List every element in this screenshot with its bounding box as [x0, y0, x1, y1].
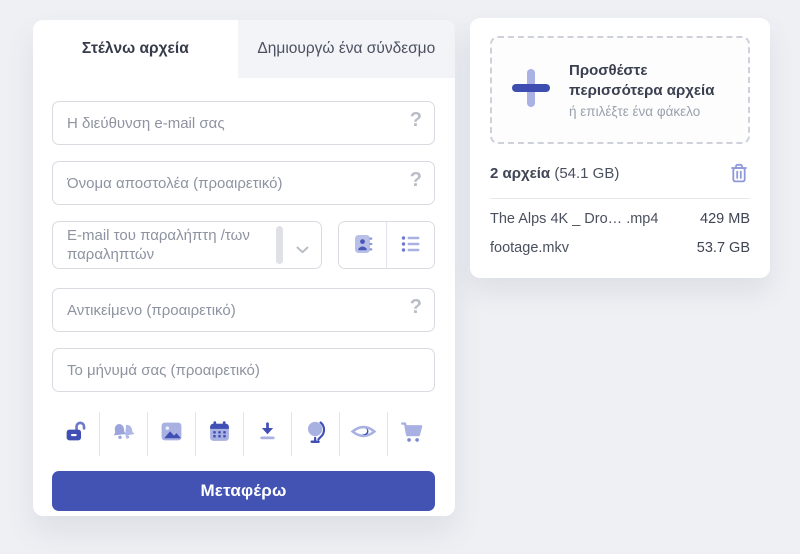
add-files-title: Προσθέστε περισσότερα αρχεία: [569, 61, 736, 100]
transfer-form: ? ? E-mail του παραλήπτη /των παραληπτών: [33, 78, 455, 511]
image-icon: [159, 419, 184, 449]
recipients-list-button[interactable]: [386, 222, 434, 268]
tabbar: Στέλνω αρχεία Δημιουργώ ένα σύνδεσμο: [33, 20, 455, 78]
file-row: The Alps 4K _ Dro… .mp4 429 MB: [490, 211, 750, 227]
subject-field-wrap: ?: [52, 288, 435, 332]
plus-icon: [508, 65, 554, 116]
transfer-button[interactable]: Μεταφέρω: [52, 471, 435, 511]
help-icon[interactable]: ?: [410, 170, 422, 190]
address-book-button[interactable]: [339, 222, 386, 268]
chevron-down-icon: [296, 241, 309, 259]
tab-create-link[interactable]: Δημιουργώ ένα σύνδεσμο: [238, 20, 455, 78]
message-input[interactable]: [52, 348, 435, 392]
option-notifications[interactable]: [99, 412, 147, 456]
download-icon: [255, 419, 280, 449]
tab-send-files[interactable]: Στέλνω αρχεία: [33, 20, 238, 78]
trash-icon: [728, 173, 750, 188]
file-name: The Alps 4K _ Dro… .mp4: [490, 211, 658, 227]
files-total-size: (54.1 GB): [554, 165, 619, 182]
message-field-wrap: [52, 348, 435, 392]
sender-name-field-wrap: ?: [52, 161, 435, 205]
option-gallery[interactable]: [147, 412, 195, 456]
recipients-scrollbar[interactable]: [276, 226, 283, 264]
help-icon[interactable]: ?: [410, 110, 422, 130]
option-preview[interactable]: [339, 412, 387, 456]
sender-email-input[interactable]: [52, 101, 435, 145]
option-download[interactable]: [243, 412, 291, 456]
file-size: 429 MB: [700, 211, 750, 227]
eye-icon: [350, 419, 377, 449]
bells-icon: [110, 419, 137, 449]
help-icon[interactable]: ?: [410, 297, 422, 317]
sender-email-field-wrap: ?: [52, 101, 435, 145]
add-files-subtitle: ή επιλέξτε ένα φάκελο: [569, 104, 736, 119]
list-icon: [399, 232, 423, 259]
sender-name-input[interactable]: [52, 161, 435, 205]
calendar-icon: [207, 419, 232, 449]
files-count: 2 αρχεία (54.1 GB): [490, 165, 619, 182]
files-count-number: 2 αρχεία: [490, 165, 550, 182]
options-toolbar: [52, 412, 435, 456]
recipients-placeholder: E-mail του παραλήπτη /των παραληπτών: [67, 227, 273, 265]
file-name: footage.mkv: [490, 240, 569, 256]
dropzone-text: Προσθέστε περισσότερα αρχεία ή επιλέξτε …: [569, 61, 736, 119]
file-row: footage.mkv 53.7 GB: [490, 240, 750, 256]
delete-all-button[interactable]: [728, 161, 750, 185]
subject-input[interactable]: [52, 288, 435, 332]
recipients-combobox[interactable]: E-mail του παραλήπτη /των παραληπτών: [52, 221, 322, 269]
upload-panel-card: Προσθέστε περισσότερα αρχεία ή επιλέξτε …: [470, 18, 770, 278]
recipients-tools: [338, 221, 435, 269]
globe-icon: [303, 419, 329, 450]
option-language[interactable]: [291, 412, 339, 456]
option-cart[interactable]: [387, 412, 435, 456]
transfer-form-card: Στέλνω αρχεία Δημιουργώ ένα σύνδεσμο ? ?…: [33, 20, 455, 516]
option-expiration[interactable]: [195, 412, 243, 456]
option-password[interactable]: [52, 412, 99, 456]
cart-icon: [399, 419, 425, 450]
files-divider: [490, 198, 750, 199]
file-size: 53.7 GB: [697, 240, 750, 256]
add-files-dropzone[interactable]: Προσθέστε περισσότερα αρχεία ή επιλέξτε …: [490, 36, 750, 144]
recipients-row: E-mail του παραλήπτη /των παραληπτών: [52, 221, 435, 269]
files-header: 2 αρχεία (54.1 GB): [490, 161, 750, 185]
address-book-icon: [351, 232, 375, 259]
unlock-icon: [63, 419, 88, 449]
